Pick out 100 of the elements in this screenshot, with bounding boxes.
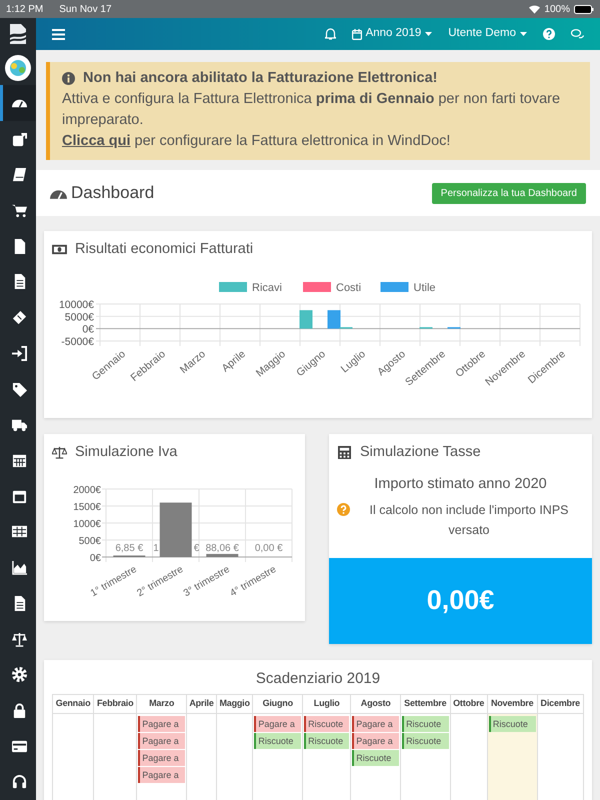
tag-icon: [12, 382, 27, 397]
legend-label: Costi: [336, 282, 362, 294]
legend-label: Ricavi: [252, 282, 282, 294]
axis-label: 1500€: [73, 502, 101, 513]
help-icon[interactable]: [543, 28, 555, 40]
share-icon: [12, 132, 27, 147]
legend-label: Utile: [414, 282, 436, 294]
column-header: Novembre: [487, 694, 538, 714]
calculator-icon: [337, 446, 352, 460]
schedule-entry[interactable]: Pagare a: [138, 732, 186, 749]
value-label: €: [194, 542, 200, 554]
card-title: Risultati economici Fatturati: [75, 240, 254, 260]
table-icon: [12, 524, 27, 540]
caret-icon: [425, 32, 432, 36]
battery-icon: [574, 4, 594, 14]
schedule-entry[interactable]: Riscuote: [488, 716, 536, 732]
credit-card-icon: [12, 738, 27, 754]
legend-item: Ricavi: [219, 282, 282, 294]
user-dropdown[interactable]: Utente Demo: [448, 25, 527, 43]
axis-label: 5000€: [64, 311, 94, 324]
wifi-icon: [529, 4, 540, 14]
column-header: Settembre: [400, 694, 450, 714]
axis-label: 0€: [82, 323, 94, 336]
schedule-entry[interactable]: Riscuote: [254, 732, 302, 749]
caret-icon: [520, 32, 527, 36]
column-header: Gennaio: [52, 694, 94, 714]
status-date: Sun Nov 17: [59, 2, 112, 16]
schedule-entry[interactable]: Pagare a: [254, 716, 302, 732]
status-time: 1:12 PM: [6, 2, 44, 16]
scale-icon: [52, 446, 67, 460]
document-icon: [12, 274, 27, 290]
column-header: Marzo: [136, 694, 187, 714]
schedule-entry[interactable]: Riscuote: [304, 716, 350, 732]
app-logo[interactable]: [8, 22, 28, 45]
banknote-icon: [52, 243, 67, 256]
tax-subtitle: Importo stimato anno 2020: [373, 474, 548, 494]
column-header: Aprile: [186, 694, 216, 714]
lock-icon: [12, 703, 27, 718]
legend-item: Utile: [380, 282, 436, 294]
card-title: Simulazione Iva: [75, 443, 178, 462]
info-icon: [62, 72, 75, 85]
bar: [160, 502, 192, 557]
page-title: Dashboard: [71, 182, 154, 204]
scale-icon: [12, 632, 27, 647]
schedule-entry[interactable]: Pagare a: [138, 750, 186, 766]
configure-link[interactable]: Clicca qui: [62, 133, 130, 150]
column-header: Giugno: [252, 694, 303, 714]
book-icon: [12, 167, 27, 182]
truck-icon: [12, 417, 27, 432]
bar: [300, 310, 312, 328]
cart-icon: [12, 202, 27, 218]
schedule-title: Scadenziario 2019: [254, 668, 382, 689]
alert-text: Attiva e configura la Fattura Elettronica prima di Gennaio per non farti tovare impreparato.: [62, 90, 562, 130]
year-dropdown[interactable]: Anno 2019: [352, 25, 432, 43]
area-chart-icon: [12, 560, 27, 576]
alert-title: Non hai ancora abilitato la Fatturazione Elettronica!: [83, 69, 438, 88]
file-icon: [12, 238, 27, 254]
axis-label: 10000€: [58, 298, 94, 311]
axis-label: 500€: [78, 536, 101, 547]
value-label: 6,85 €: [115, 542, 144, 554]
avatar-logo: [5, 54, 31, 81]
sidebar-item[interactable]: [0, 85, 36, 122]
settings-icon: [12, 667, 27, 682]
calendar-icon: [12, 453, 27, 468]
alert-link-text: per configurare la Fattura elettronica in WindDoc!: [134, 133, 450, 150]
battery-level: 100%: [544, 2, 570, 16]
schedule-entry[interactable]: Riscuote: [304, 732, 350, 749]
chat-icon[interactable]: [571, 28, 584, 40]
calendar-icon: [12, 488, 27, 504]
column-header: Agosto: [350, 694, 401, 714]
column-header: Febbraio: [94, 694, 137, 714]
bell-icon[interactable]: [324, 28, 336, 40]
column-header: Ottobre: [450, 694, 488, 714]
schedule-entry[interactable]: Riscuote: [402, 732, 449, 749]
schedule-entry[interactable]: Riscuote: [352, 750, 400, 766]
axis-label: 2000€: [73, 484, 101, 496]
document-icon: [12, 596, 27, 611]
headset-icon: [12, 774, 27, 790]
axis-label: -5000€: [61, 336, 94, 348]
schedule-entry[interactable]: Pagare a: [138, 766, 186, 783]
menu-icon[interactable]: [52, 28, 65, 40]
schedule-entry[interactable]: Pagare a: [352, 716, 400, 732]
column-header: Luglio: [302, 694, 351, 714]
customize-dashboard-button[interactable]: Personalizza la tua Dashboard: [432, 182, 586, 204]
column-header: Maggio: [216, 694, 253, 714]
ticket-icon: [12, 310, 27, 326]
value-label: 0,00 €: [254, 542, 283, 554]
sign-in-icon: [12, 346, 27, 361]
help-icon: [337, 502, 350, 516]
bar: [206, 554, 238, 557]
schedule-entry[interactable]: Pagare a: [138, 716, 186, 732]
calendar-icon: [352, 28, 362, 40]
schedule-entry[interactable]: Pagare a: [352, 732, 400, 749]
tax-amount: 0,00€: [426, 584, 494, 618]
tax-note: Il calcolo non include l'importo INPS versato: [368, 502, 570, 539]
column-header: Dicembre: [537, 694, 584, 714]
value-label: 88,06 €: [206, 542, 239, 554]
schedule-entry[interactable]: Riscuote: [402, 716, 449, 732]
card-title: Simulazione Tasse: [360, 443, 481, 462]
axis-label: 0€: [90, 552, 101, 564]
